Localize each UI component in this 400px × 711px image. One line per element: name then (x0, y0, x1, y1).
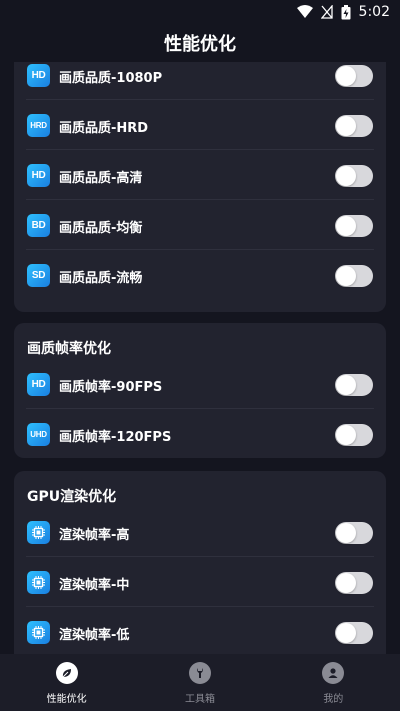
page-title: 性能优化 (164, 34, 236, 55)
card-title: GPU渲染优化 (27, 489, 117, 505)
list-item: HD 画质品质-高清 (14, 150, 386, 200)
row-label: 画质帧率-90FPS (59, 380, 163, 395)
toggle-knob (336, 66, 356, 86)
list-item: BD 画质品质-均衡 (14, 200, 386, 250)
nav-label: 我的 (323, 694, 344, 705)
hd-badge-icon: HD (27, 164, 50, 187)
leaf-icon (55, 662, 78, 684)
toggle-1080p[interactable] (335, 65, 373, 87)
status-time: 5:02 (358, 4, 390, 20)
nav-toolbox[interactable]: 工具箱 (133, 654, 266, 711)
hd-badge-icon: HD (27, 64, 50, 87)
chip-icon (27, 621, 50, 644)
nav-profile[interactable]: 我的 (267, 654, 400, 711)
toggle-hrd[interactable] (335, 115, 373, 137)
quality-card: HD 画质品质-1080P HRD 画质品质-HRD HD 画质品质-高清 BD… (14, 62, 386, 312)
nav-label: 性能优化 (46, 694, 87, 705)
card-title: 画质帧率优化 (27, 341, 111, 357)
list-item: HD 画质帧率-90FPS (14, 359, 386, 409)
nav-label: 工具箱 (184, 694, 215, 705)
toggle-render-low[interactable] (335, 622, 373, 644)
hrd-badge-icon: HRD (27, 114, 50, 137)
toggle-knob (336, 266, 356, 286)
no-signal-icon (320, 5, 333, 19)
list-item: HRD 画质品质-HRD (14, 100, 386, 150)
list-item: 渲染帧率-中 (14, 557, 386, 607)
row-label: 渲染帧率-高 (59, 528, 130, 543)
wifi-icon (296, 5, 313, 19)
bottom-nav: 性能优化 工具箱 我的 (0, 654, 400, 711)
toggle-90fps[interactable] (335, 374, 373, 396)
wrench-icon (188, 662, 211, 684)
toggle-knob (336, 166, 356, 186)
toggle-knob (336, 623, 356, 643)
chip-icon (27, 571, 50, 594)
list-item: UHD 画质帧率-120FPS (14, 409, 386, 459)
nav-performance[interactable]: 性能优化 (0, 654, 133, 711)
toggle-knob (336, 116, 356, 136)
list-item: 渲染帧率-高 (14, 507, 386, 557)
toggle-knob (336, 216, 356, 236)
toggle-120fps[interactable] (335, 424, 373, 446)
user-icon (322, 662, 345, 684)
row-label: 画质品质-高清 (59, 171, 143, 186)
row-label: 画质品质-流畅 (59, 271, 143, 286)
bd-badge-icon: BD (27, 214, 50, 237)
toggle-knob (336, 523, 356, 543)
toggle-knob (336, 375, 356, 395)
chip-icon (27, 521, 50, 544)
sd-badge-icon: SD (27, 264, 50, 287)
gpu-render-card: GPU渲染优化 渲染帧率-高 渲染帧率-中 渲染帧率-低 (14, 471, 386, 654)
status-bar: 5:02 (0, 0, 400, 24)
toggle-knob (336, 425, 356, 445)
toggle-high[interactable] (335, 165, 373, 187)
hd-badge-icon: HD (27, 373, 50, 396)
uhd-badge-icon: UHD (27, 423, 50, 446)
row-label: 渲染帧率-低 (59, 628, 130, 643)
toggle-smooth[interactable] (335, 265, 373, 287)
row-label: 画质品质-均衡 (59, 221, 143, 236)
row-label: 画质品质-1080P (59, 71, 163, 86)
framerate-card: 画质帧率优化 HD 画质帧率-90FPS UHD 画质帧率-120FPS (14, 323, 386, 458)
row-label: 画质帧率-120FPS (59, 430, 172, 445)
row-label: 画质品质-HRD (59, 121, 149, 136)
battery-icon (341, 4, 351, 20)
list-item: SD 画质品质-流畅 (14, 250, 386, 300)
row-label: 渲染帧率-中 (59, 578, 130, 593)
toggle-knob (336, 573, 356, 593)
settings-list[interactable]: HD 画质品质-1080P HRD 画质品质-HRD HD 画质品质-高清 BD… (0, 62, 400, 654)
toggle-render-high[interactable] (335, 522, 373, 544)
list-item: 渲染帧率-低 (14, 607, 386, 654)
toggle-render-medium[interactable] (335, 572, 373, 594)
toggle-balanced[interactable] (335, 215, 373, 237)
list-item: HD 画质品质-1080P (14, 62, 386, 100)
